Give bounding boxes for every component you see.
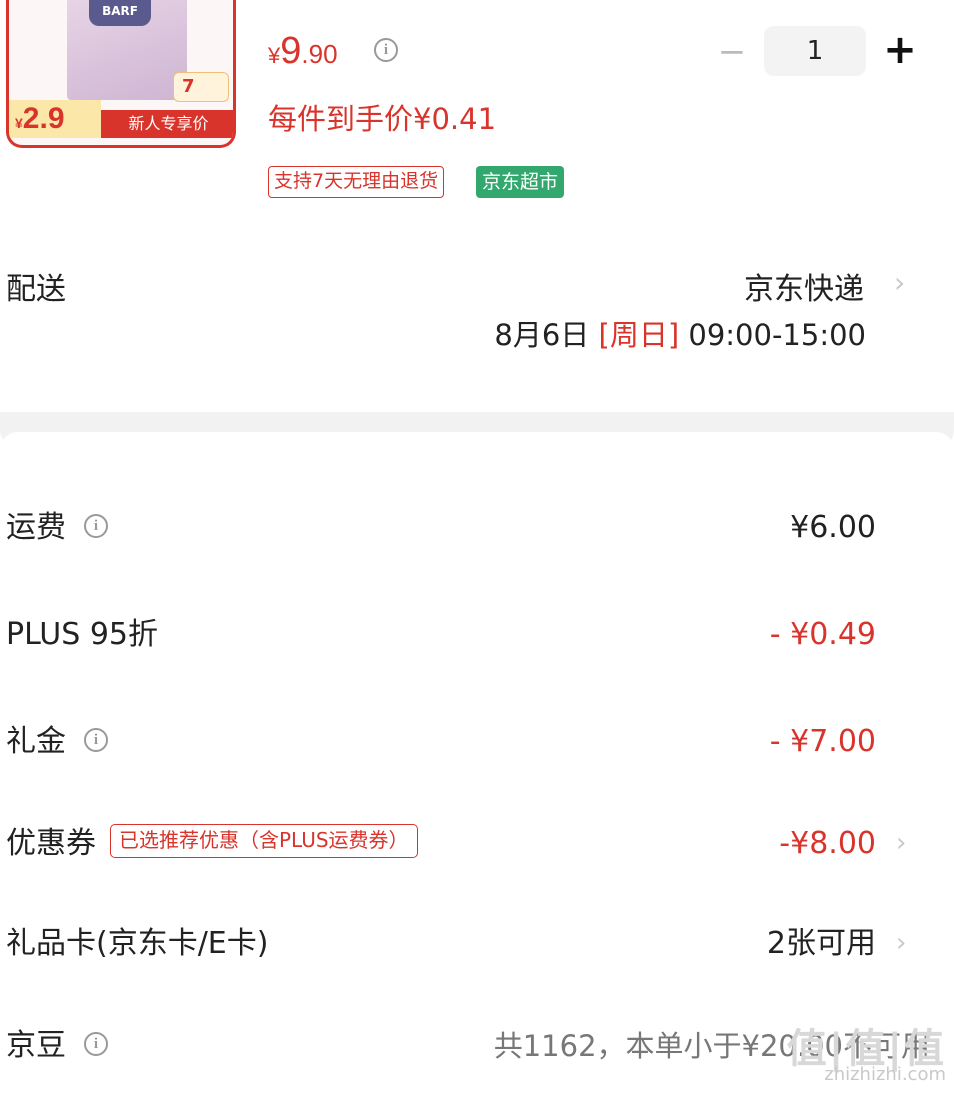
- delivery-weekday: [周日]: [598, 318, 680, 352]
- info-icon[interactable]: i: [84, 513, 108, 538]
- plus-discount-label: PLUS 95折: [6, 617, 159, 652]
- gift-money-text: 礼金: [6, 724, 66, 759]
- chevron-right-icon[interactable]: ›: [896, 828, 906, 858]
- unit-price: 每件到手价¥0.41: [268, 102, 497, 136]
- gift-card-label: 礼品卡(京东卡/E卡): [6, 926, 269, 961]
- quantity-increase-button[interactable]: +: [882, 28, 918, 72]
- coupon-label: 优惠券 已选推荐优惠（含PLUS运费券）: [6, 814, 418, 874]
- quantity-input[interactable]: 1: [764, 26, 866, 76]
- product-price: ¥9.90: [268, 30, 338, 73]
- chevron-right-icon[interactable]: ›: [896, 928, 906, 958]
- info-icon[interactable]: i: [374, 38, 398, 62]
- delivery-method[interactable]: 京东快递: [744, 264, 864, 308]
- gift-money-row: 礼金 i - ¥7.00: [0, 712, 954, 772]
- store-tag: 京东超市: [476, 166, 565, 198]
- jd-beans-label: 京豆 i: [6, 1016, 108, 1076]
- shipping-fee-label: 运费 i: [6, 498, 108, 558]
- price-decimal: .90: [301, 39, 338, 69]
- thumb-price: ¥2.9: [15, 102, 65, 135]
- coupon-row[interactable]: 优惠券 已选推荐优惠（含PLUS运费券） -¥8.00 ›: [0, 814, 954, 874]
- price-currency: ¥: [268, 43, 281, 68]
- brand-logo: BARF: [89, 0, 151, 26]
- coupon-selected-tag: 已选推荐优惠（含PLUS运费券）: [110, 823, 418, 858]
- coupon-text: 优惠券: [6, 826, 96, 861]
- shipping-fee-row: 运费 i ¥6.00: [0, 498, 954, 558]
- quantity-decrease-button[interactable]: −: [716, 32, 748, 72]
- delivery-label: 配送: [6, 272, 66, 307]
- price-integer: 9: [280, 30, 302, 72]
- delivery-time[interactable]: 8月6日 [周日] 09:00-15:00: [494, 312, 866, 354]
- plus-discount-row: PLUS 95折 - ¥0.49: [0, 605, 954, 665]
- gift-money-value: - ¥7.00: [769, 724, 876, 759]
- coupon-value: -¥8.00: [779, 826, 876, 861]
- gift-card-row[interactable]: 礼品卡(京东卡/E卡) 2张可用 ›: [0, 914, 954, 974]
- delivery-date: 8月6日: [494, 318, 599, 352]
- return-policy-tag: 支持7天无理由退货: [268, 166, 445, 198]
- thumb-price-value: 2.9: [22, 102, 65, 135]
- product-package-image: BARF: [67, 0, 187, 100]
- info-icon[interactable]: i: [84, 1031, 108, 1056]
- gift-card-value: 2张可用: [766, 926, 876, 961]
- delivery-time-range: 09:00-15:00: [679, 318, 866, 352]
- shipping-fee-value: ¥6.00: [790, 510, 876, 545]
- product-card: BARF 7 ¥2.9 新人专享价 ¥9.90 i 每件到手价¥0.41 − 1…: [0, 0, 954, 232]
- new-user-price-label: 新人专享价: [101, 110, 233, 138]
- count-badge: 7: [173, 72, 229, 102]
- info-icon[interactable]: i: [84, 727, 108, 752]
- jd-beans-text: 京豆: [6, 1028, 66, 1063]
- chevron-right-icon[interactable]: ›: [894, 266, 905, 299]
- watermark-site: zhizhizhi.com: [824, 1064, 946, 1085]
- shipping-fee-text: 运费: [6, 510, 66, 545]
- section-divider-cap: [0, 432, 954, 462]
- product-thumbnail[interactable]: BARF 7 ¥2.9 新人专享价: [6, 0, 236, 148]
- gift-money-label: 礼金 i: [6, 712, 108, 772]
- plus-discount-value: - ¥0.49: [769, 617, 876, 652]
